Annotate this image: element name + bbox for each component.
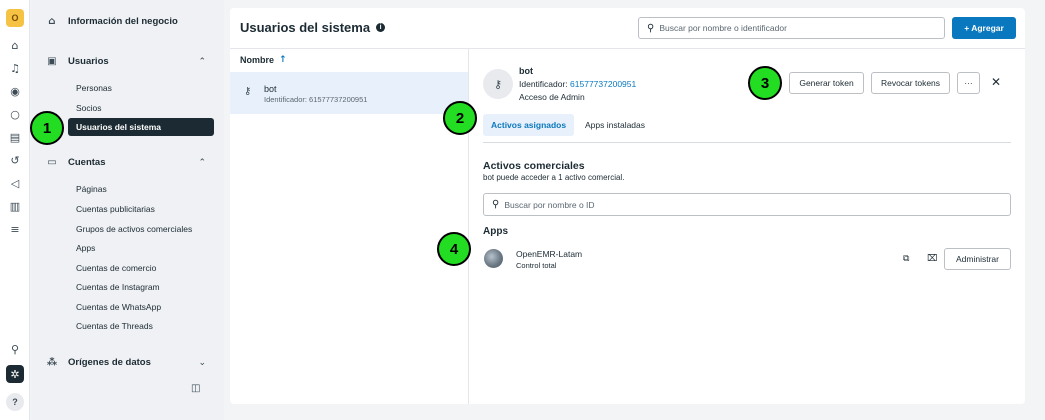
sidebar-item-ad-accounts[interactable]: Cuentas publicitarias (76, 204, 155, 214)
annotation-badge-3: 3 (748, 66, 782, 100)
sidebar-item-system-users[interactable]: Usuarios del sistema (68, 118, 214, 136)
annotation-badge-2: 2 (443, 101, 477, 135)
help-icon[interactable]: ? (6, 393, 24, 411)
app-name: OpenEMR-Latam (516, 249, 583, 259)
main-panel: Usuarios del sistema i ⚲ Buscar por nomb… (230, 8, 1025, 404)
sidebar-item-partners[interactable]: Socios (76, 103, 102, 113)
name-column-header[interactable]: Nombre ↑ (240, 55, 287, 65)
detail-role: Acceso de Admin (519, 92, 585, 102)
search-input[interactable]: ⚲ Buscar por nombre o identificador (638, 17, 945, 39)
trash-icon[interactable]: ⌧ (927, 254, 937, 264)
key-icon: ⚷ (244, 86, 252, 97)
divider (483, 142, 1011, 143)
assets-subtitle: bot puede acceder a 1 activo comercial. (483, 173, 625, 182)
search-icon: ⚲ (647, 22, 655, 34)
business-avatar[interactable]: O (6, 9, 24, 27)
search-icon[interactable]: ⚲ (6, 340, 24, 358)
search-placeholder: Buscar por nombre o identificador (659, 23, 787, 33)
megaphone-icon[interactable]: ◁ (6, 174, 24, 192)
divider (230, 48, 1025, 49)
revoke-tokens-button[interactable]: Revocar tokens (871, 72, 950, 94)
bell-icon[interactable]: ♫ (6, 59, 24, 77)
app-logo (484, 249, 503, 268)
sidebar-item-commerce-accounts[interactable]: Cuentas de comercio (76, 263, 156, 273)
user-card-icon: ▣ (47, 56, 57, 67)
icon-rail: O ⌂ ♫ ◉ ○ ▤ ↺ ◁ ▥ ≡ ⚲ ✲ ? (0, 0, 30, 420)
compass-icon[interactable]: ◉ (6, 82, 24, 100)
sidebar-item-people[interactable]: Personas (76, 83, 112, 93)
sidebar-section-label: Cuentas (68, 157, 106, 168)
collapse-sidebar-icon[interactable]: ◫ (191, 383, 200, 394)
search-icon: ⚲ (492, 199, 500, 210)
data-sources-icon: ⁂ (46, 357, 58, 368)
sidebar-section-users[interactable]: ▣ Usuarios (45, 56, 109, 67)
tab-installed-apps[interactable]: Apps instaladas (577, 114, 653, 136)
list-item[interactable]: ⚷ bot Identificador: 61577737200951 (230, 72, 468, 114)
app-permission: Control total (516, 261, 557, 270)
page-title-text: Usuarios del sistema (240, 20, 371, 35)
tab-assigned-assets[interactable]: Activos asignados (483, 114, 575, 136)
annotation-badge-1: 1 (30, 111, 64, 145)
more-options-button[interactable]: ··· (957, 72, 980, 94)
divider (468, 48, 469, 404)
apps-title: Apps (483, 226, 508, 237)
sidebar-section-label: Orígenes de datos (68, 357, 151, 368)
list-item-id: Identificador: 61577737200951 (264, 95, 368, 104)
detail-name: bot (519, 66, 533, 76)
sidebar-item-asset-groups[interactable]: Grupos de activos comerciales (76, 224, 192, 234)
info-icon[interactable]: i (376, 23, 386, 32)
chevron-up-icon[interactable]: ⌃ (198, 57, 206, 67)
insights-icon[interactable]: ▥ (6, 197, 24, 215)
detail-id: Identificador: 61577737200951 (519, 79, 636, 89)
column-header-label: Nombre (240, 55, 275, 65)
add-button[interactable]: + Agregar (952, 17, 1016, 39)
detail-id-value[interactable]: 61577737200951 (570, 79, 636, 89)
sidebar-item-business-info[interactable]: ⌂ Información del negocio (45, 16, 178, 27)
annotation-badge-4: 4 (437, 232, 471, 266)
menu-icon[interactable]: ≡ (6, 220, 24, 238)
sidebar-section-data-sources[interactable]: ⁂ Orígenes de datos (45, 357, 151, 368)
folder-icon: ▭ (47, 157, 57, 168)
settings-icon[interactable]: ✲ (6, 365, 24, 383)
sidebar-section-accounts[interactable]: ▭ Cuentas (45, 157, 105, 168)
list-item-name: bot (264, 84, 277, 94)
sidebar-item-pages[interactable]: Páginas (76, 184, 107, 194)
home-icon[interactable]: ⌂ (6, 36, 24, 54)
sidebar-section-label: Usuarios (68, 56, 109, 67)
generate-token-button[interactable]: Generar token (789, 72, 864, 94)
chevron-down-icon[interactable]: ⌄ (198, 358, 206, 368)
chat-icon[interactable]: ○ (6, 105, 24, 123)
sidebar: ⌂ Información del negocio ▣ Usuarios ⌃ P… (31, 0, 224, 420)
sidebar-item-threads-accounts[interactable]: Cuentas de Threads (76, 321, 153, 331)
sidebar-item-apps[interactable]: Apps (76, 243, 95, 253)
manage-button[interactable]: Administrar (944, 248, 1011, 270)
assets-search-input[interactable]: ⚲ Buscar por nombre o ID (483, 193, 1011, 216)
sort-up-icon: ↑ (279, 55, 287, 65)
pages-icon[interactable]: ▤ (6, 128, 24, 146)
detail-id-label: Identificador: (519, 79, 568, 89)
sidebar-item-instagram-accounts[interactable]: Cuentas de Instagram (76, 282, 160, 292)
chevron-up-icon[interactable]: ⌃ (198, 158, 206, 168)
business-icon: ⌂ (48, 16, 56, 27)
assets-search-placeholder: Buscar por nombre o ID (504, 199, 595, 210)
sidebar-item-label: Información del negocio (68, 16, 178, 27)
refresh-icon[interactable]: ↺ (6, 151, 24, 169)
sidebar-item-whatsapp-accounts[interactable]: Cuentas de WhatsApp (76, 302, 161, 312)
key-icon: ⚷ (483, 69, 513, 99)
close-icon[interactable]: ✕ (991, 75, 1001, 89)
assets-title: Activos comerciales (483, 160, 585, 172)
page-title: Usuarios del sistema i (240, 20, 386, 35)
external-link-icon[interactable]: ⧉ (903, 254, 909, 264)
